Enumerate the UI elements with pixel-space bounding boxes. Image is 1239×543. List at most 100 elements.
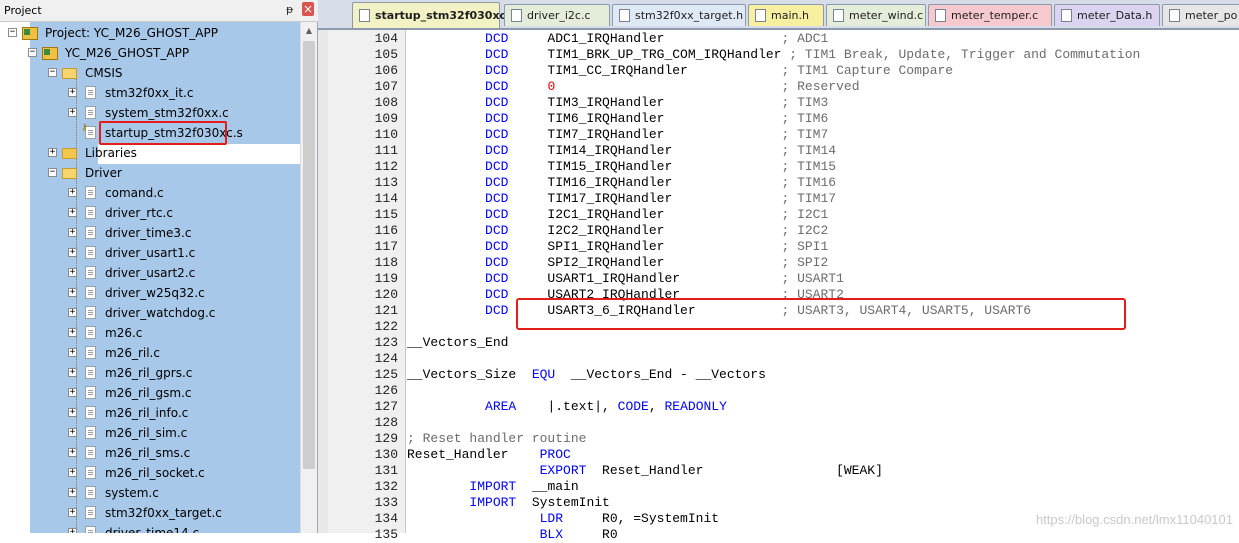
tab-driver-i2c-c[interactable]: driver_i2c.c <box>504 4 610 26</box>
code-line[interactable]: DCD SPI2_IRQHandler ; SPI2 <box>407 255 828 271</box>
code-line[interactable]: LDR R0, =SystemInit <box>407 511 719 527</box>
expand-icon[interactable]: + <box>68 448 77 457</box>
file-icon <box>85 306 96 319</box>
expand-icon[interactable]: + <box>68 408 77 417</box>
tree-item-label: m26_ril_gsm.c <box>105 386 192 400</box>
tree-item[interactable]: + m26_ril_info.c <box>0 403 300 423</box>
tree-item[interactable]: − YC_M26_GHOST_APP <box>0 43 300 63</box>
code-line[interactable]: DCD TIM7_IRQHandler ; TIM7 <box>407 127 828 143</box>
code-line[interactable]: DCD TIM1_BRK_UP_TRG_COM_IRQHandler ; TIM… <box>407 47 1140 63</box>
line-number: 135 <box>374 527 398 542</box>
tree-item[interactable]: + system_stm32f0xx.c <box>0 103 300 123</box>
code-comment: ; TIM6 <box>781 111 829 126</box>
expand-icon[interactable]: + <box>68 188 77 197</box>
tree-item[interactable]: + system.c <box>0 483 300 503</box>
project-tree[interactable]: − Project: YC_M26_GHOST_APP − YC_M26_GHOST_… <box>0 22 300 533</box>
code-line[interactable]: DCD USART1_IRQHandler ; USART1 <box>407 271 844 287</box>
code-line[interactable]: DCD TIM3_IRQHandler ; TIM3 <box>407 95 828 111</box>
pin-icon[interactable]: ᵽ <box>286 3 293 16</box>
expand-icon[interactable]: + <box>68 468 77 477</box>
code-line[interactable]: IMPORT __main <box>407 479 578 495</box>
collapse-icon[interactable]: − <box>28 48 37 57</box>
expand-icon[interactable]: + <box>68 288 77 297</box>
tree-item[interactable]: + m26_ril_sms.c <box>0 443 300 463</box>
collapse-icon[interactable]: − <box>8 28 17 37</box>
tree-item[interactable]: − Driver <box>0 163 300 183</box>
code-text: I2C1_IRQHandler <box>508 207 782 222</box>
breakpoint-margin[interactable] <box>318 30 328 533</box>
collapse-icon[interactable]: − <box>48 168 57 177</box>
tree-item[interactable]: + driver_time14.c <box>0 523 300 533</box>
code-line[interactable]: DCD 0 ; Reserved <box>407 79 860 95</box>
tree-item[interactable]: + stm32f0xx_it.c <box>0 83 300 103</box>
file-icon <box>85 266 96 279</box>
code-line[interactable]: DCD I2C1_IRQHandler ; I2C1 <box>407 207 828 223</box>
scroll-thumb[interactable] <box>303 41 315 469</box>
scroll-up-arrow-icon[interactable]: ▲ <box>301 22 317 39</box>
tree-item[interactable]: − Project: YC_M26_GHOST_APP <box>0 23 300 43</box>
collapse-icon[interactable]: − <box>48 68 57 77</box>
expand-icon[interactable]: + <box>68 208 77 217</box>
code-line[interactable]: DCD SPI1_IRQHandler ; SPI1 <box>407 239 828 255</box>
code-line[interactable]: __Vectors_End <box>407 335 508 351</box>
tree-item[interactable]: + m26_ril.c <box>0 343 300 363</box>
code-line[interactable]: DCD TIM16_IRQHandler ; TIM16 <box>407 175 836 191</box>
tree-item[interactable]: + comand.c <box>0 183 300 203</box>
project-pane-header: Project ᵽ × <box>0 0 318 22</box>
tree-item[interactable]: + m26_ril_sim.c <box>0 423 300 443</box>
code-line[interactable]: EXPORT Reset_Handler [WEAK] <box>407 463 883 479</box>
expand-icon[interactable]: + <box>68 228 77 237</box>
expand-icon[interactable]: + <box>68 88 77 97</box>
tree-item[interactable]: + driver_w25q32.c <box>0 283 300 303</box>
expand-icon[interactable]: + <box>68 488 77 497</box>
tree-item[interactable]: + m26_ril_gsm.c <box>0 383 300 403</box>
tree-scrollbar[interactable]: ▲ <box>300 22 317 533</box>
tree-item[interactable]: + Libraries <box>0 143 300 163</box>
expand-icon[interactable]: + <box>48 148 57 157</box>
expand-icon[interactable]: + <box>68 308 77 317</box>
code-line[interactable]: DCD TIM15_IRQHandler ; TIM15 <box>407 159 836 175</box>
code-line[interactable]: DCD TIM14_IRQHandler ; TIM14 <box>407 143 836 159</box>
code-line[interactable]: DCD TIM6_IRQHandler ; TIM6 <box>407 111 828 127</box>
expand-icon[interactable]: + <box>68 528 77 533</box>
code-line[interactable]: AREA |.text|, CODE, READONLY <box>407 399 727 415</box>
tree-item[interactable]: + driver_usart1.c <box>0 243 300 263</box>
tree-item[interactable]: + m26_ril_gprs.c <box>0 363 300 383</box>
tree-item[interactable]: + m26.c <box>0 323 300 343</box>
tab-meter-wind-c[interactable]: meter_wind.c <box>826 4 926 26</box>
code-line[interactable]: DCD TIM1_CC_IRQHandler ; TIM1 Capture Co… <box>407 63 953 79</box>
code-line[interactable]: DCD TIM17_IRQHandler ; TIM17 <box>407 191 836 207</box>
tab-startup-stm32f030xc-s[interactable]: startup_stm32f030xc.s <box>352 2 517 28</box>
expand-icon[interactable]: + <box>68 268 77 277</box>
tree-item[interactable]: + driver_watchdog.c <box>0 303 300 323</box>
code-line[interactable]: IMPORT SystemInit <box>407 495 609 511</box>
expand-icon[interactable]: + <box>68 508 77 517</box>
expand-icon[interactable]: + <box>68 368 77 377</box>
expand-icon[interactable]: + <box>68 328 77 337</box>
tree-item[interactable]: − CMSIS <box>0 63 300 83</box>
tab-meter-temper-c[interactable]: meter_temper.c <box>928 4 1052 26</box>
tree-item[interactable]: + driver_time3.c <box>0 223 300 243</box>
code-line[interactable]: Reset_Handler PROC <box>407 447 571 463</box>
expand-icon[interactable]: + <box>68 388 77 397</box>
close-icon[interactable]: × <box>302 2 314 16</box>
code-line[interactable]: DCD I2C2_IRQHandler ; I2C2 <box>407 223 828 239</box>
expand-icon[interactable]: + <box>68 248 77 257</box>
tab-stm32f0xx-target-h[interactable]: stm32f0xx_target.h <box>612 4 746 26</box>
tab-meter-data-h[interactable]: meter_Data.h <box>1054 4 1160 26</box>
code-keyword: PROC <box>539 447 571 462</box>
expand-icon[interactable]: + <box>68 108 77 117</box>
code-line[interactable]: ; Reset handler routine <box>407 431 586 447</box>
expand-icon[interactable]: + <box>68 348 77 357</box>
code-line[interactable]: BLX R0 <box>407 527 618 543</box>
tree-item[interactable]: + stm32f0xx_target.c <box>0 503 300 523</box>
tree-item[interactable]: + driver_rtc.c <box>0 203 300 223</box>
tree-item[interactable]: + driver_usart2.c <box>0 263 300 283</box>
tab-meter-po[interactable]: meter_po <box>1162 4 1239 26</box>
code-keyword: DCD <box>485 175 509 190</box>
expand-icon[interactable]: + <box>68 428 77 437</box>
tab-main-h[interactable]: main.h <box>748 4 824 26</box>
code-line[interactable]: DCD ADC1_IRQHandler ; ADC1 <box>407 31 828 47</box>
tree-item[interactable]: + m26_ril_socket.c <box>0 463 300 483</box>
code-line[interactable]: __Vectors_Size EQU __Vectors_End - __Vec… <box>407 367 766 383</box>
